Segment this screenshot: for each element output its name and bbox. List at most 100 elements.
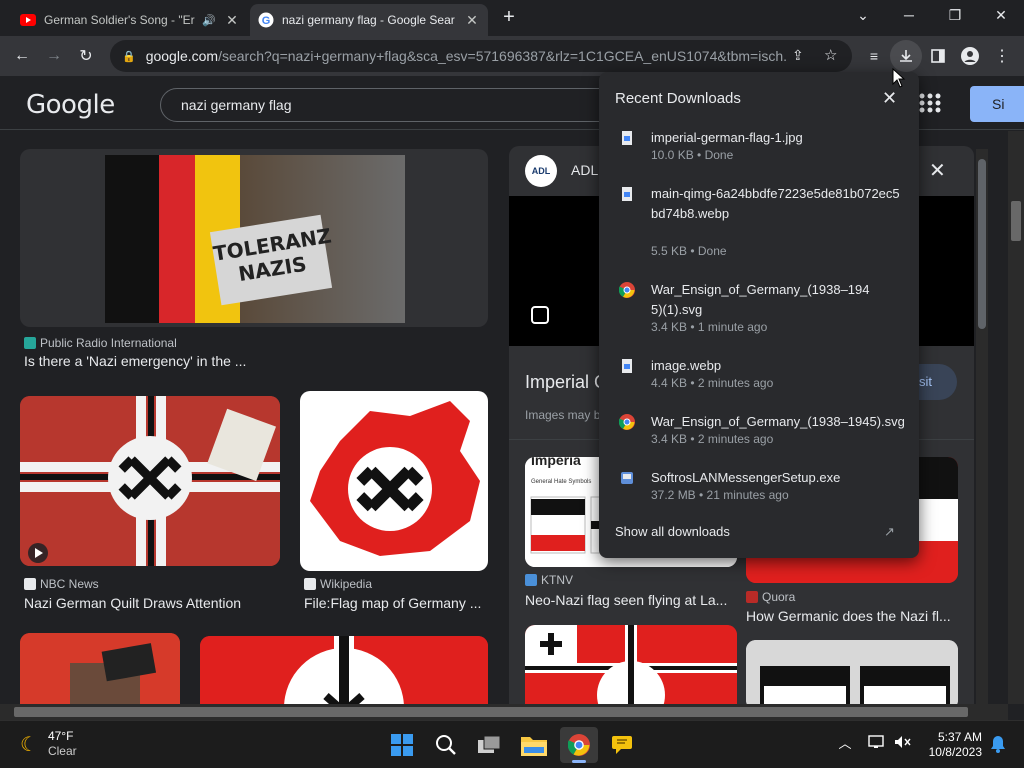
result-image-protest[interactable]: TOLERANZ NAZIS [105,155,405,323]
taskbar: ☾ 47°F Clear ︿ 5:37 AM 10/8/2023 [0,720,1024,768]
related-thumb-heading: Imperia [531,457,581,468]
forward-button[interactable]: → [38,40,70,72]
result-image-bottom-left[interactable] [20,633,180,704]
download-meta: 10.0 KB • Done [651,148,734,162]
reload-button[interactable]: ↻ [70,40,102,72]
download-filename[interactable]: SoftrosLANMessengerSetup.exe [651,468,901,488]
adl-favicon: ADL [525,155,557,187]
back-button[interactable]: ← [6,40,38,72]
chrome-taskbar-icon[interactable] [560,727,598,763]
page-vertical-scrollbar[interactable] [1008,131,1024,704]
panel-close-icon[interactable]: ✕ [929,158,946,183]
result-source[interactable]: Public Radio International [24,336,177,350]
quora-favicon [746,591,758,603]
search-input[interactable]: nazi germany flag [160,88,620,122]
close-icon[interactable]: ✕ [882,88,897,109]
system-clock[interactable]: 5:37 AM 10/8/2023 [926,730,982,760]
panel-scrollbar[interactable] [976,149,988,704]
address-bar[interactable]: 🔒 google.com/search?q=nazi+germany+flag&… [110,40,852,72]
task-view-icon[interactable] [474,729,506,761]
tab-search-icon[interactable]: ⌄ [840,0,886,30]
moon-icon: ☾ [20,733,38,756]
side-panel-icon[interactable] [922,40,954,72]
page-horizontal-scrollbar[interactable] [0,704,1008,720]
start-button[interactable] [386,729,418,761]
google-logo[interactable]: Google [26,90,115,120]
panel-source-name[interactable]: ADL [571,162,598,178]
file-icon [619,358,635,374]
reading-list-icon[interactable]: ≡ [858,40,890,72]
show-hidden-icons[interactable]: ︿ [836,733,854,752]
installer-icon [619,470,635,486]
result-card-pri[interactable]: TOLERANZ NAZIS [20,149,488,327]
profile-icon[interactable] [954,40,986,72]
tab-youtube[interactable]: German Soldier's Song - "Er 🔊 ✕ [12,4,248,36]
show-all-downloads-link[interactable]: Show all downloads [615,524,730,539]
download-filename[interactable]: War_Ensign_of_Germany_(1938–1945)(1).svg [651,280,881,320]
result-caption[interactable]: Nazi German Quilt Draws Attention [24,595,280,611]
chrome-icon [618,414,635,430]
result-source[interactable]: NBC News [24,577,99,591]
panel-subtitle: Images may b [525,408,601,422]
related-thumb-subheading: General Hate Symbols [531,479,591,485]
new-tab-button[interactable]: + [496,6,522,30]
protest-sign: TOLERANZ NAZIS [209,214,333,306]
related-image-photo[interactable] [746,640,958,704]
result-caption[interactable]: File:Flag map of Germany ... [304,595,488,611]
result-image-bottom-center[interactable] [200,636,488,704]
download-meta: 37.2 MB • 21 minutes ago [651,488,789,502]
related-image-ensign[interactable] [525,625,737,704]
scroll-thumb[interactable] [1011,201,1021,241]
notification-bell-icon[interactable] [990,735,1006,753]
lens-icon[interactable] [531,306,549,324]
minimize-button[interactable]: ─ [886,0,932,30]
panel-scroll-thumb[interactable] [978,159,986,329]
volume-muted-icon[interactable] [894,735,912,749]
nbc-favicon [24,578,36,590]
sign-in-button[interactable]: Si [970,86,1024,122]
close-tab-icon[interactable]: ✕ [464,12,480,29]
url-text: google.com/search?q=nazi+germany+flag&sc… [145,48,786,64]
tab-title: nazi germany flag - Google Sear [282,13,455,27]
result-source[interactable]: Wikipedia [304,577,372,591]
file-explorer-icon[interactable] [518,729,550,761]
speaker-icon[interactable]: 🔊 [202,14,218,27]
network-icon[interactable] [868,735,886,749]
related-caption[interactable]: How Germanic does the Nazi fl... [746,608,956,624]
download-filename[interactable]: War_Ensign_of_Germany_(1938–1945).svg [651,412,911,432]
weather-widget[interactable]: ☾ 47°F Clear [20,729,77,759]
clock-date: 10/8/2023 [928,745,982,759]
scroll-thumb[interactable] [14,707,968,717]
active-app-indicator [572,760,586,763]
ktnv-favicon [525,574,537,586]
taskbar-search-icon[interactable] [430,729,462,761]
share-icon[interactable]: ⇪ [792,47,804,64]
browser-toolbar: ← → ↻ 🔒 google.com/search?q=nazi+germany… [0,36,1024,76]
related-caption[interactable]: Neo-Nazi flag seen flying at La... [525,592,729,608]
open-external-icon[interactable]: ↗ [884,524,895,540]
wikipedia-favicon [304,578,316,590]
result-caption[interactable]: Is there a 'Nazi emergency' in the ... [24,353,484,369]
related-source[interactable]: Quora [746,590,795,604]
download-filename[interactable]: imperial-german-flag-1.jpg [651,128,901,148]
file-icon [619,186,635,202]
related-source[interactable]: KTNV [525,573,573,587]
bookmark-star-icon[interactable]: ☆ [824,46,837,64]
restore-button[interactable]: ❐ [932,0,978,30]
result-image-quilt[interactable] [20,396,280,566]
close-tab-icon[interactable]: ✕ [224,12,240,29]
close-window-button[interactable]: ✕ [978,0,1024,30]
result-image-flagmap[interactable] [300,391,488,571]
messenger-icon[interactable] [606,729,638,761]
tab-google-search[interactable]: G nazi germany flag - Google Sear ✕ [250,4,488,36]
apps-grid-icon[interactable] [918,92,944,114]
download-filename[interactable]: main-qimg-6a24bbdfe7223e5de81b072ec5bd74… [651,184,901,224]
download-filename[interactable]: image.webp [651,356,901,376]
tab-strip: German Soldier's Song - "Er 🔊 ✕ G nazi g… [0,0,1024,36]
pri-favicon [24,337,36,349]
search-query: nazi germany flag [181,97,292,113]
chrome-icon [618,282,635,298]
lock-icon[interactable]: 🔒 [122,50,136,63]
menu-icon[interactable]: ⋮ [986,40,1018,72]
mouse-cursor-icon [892,67,906,88]
